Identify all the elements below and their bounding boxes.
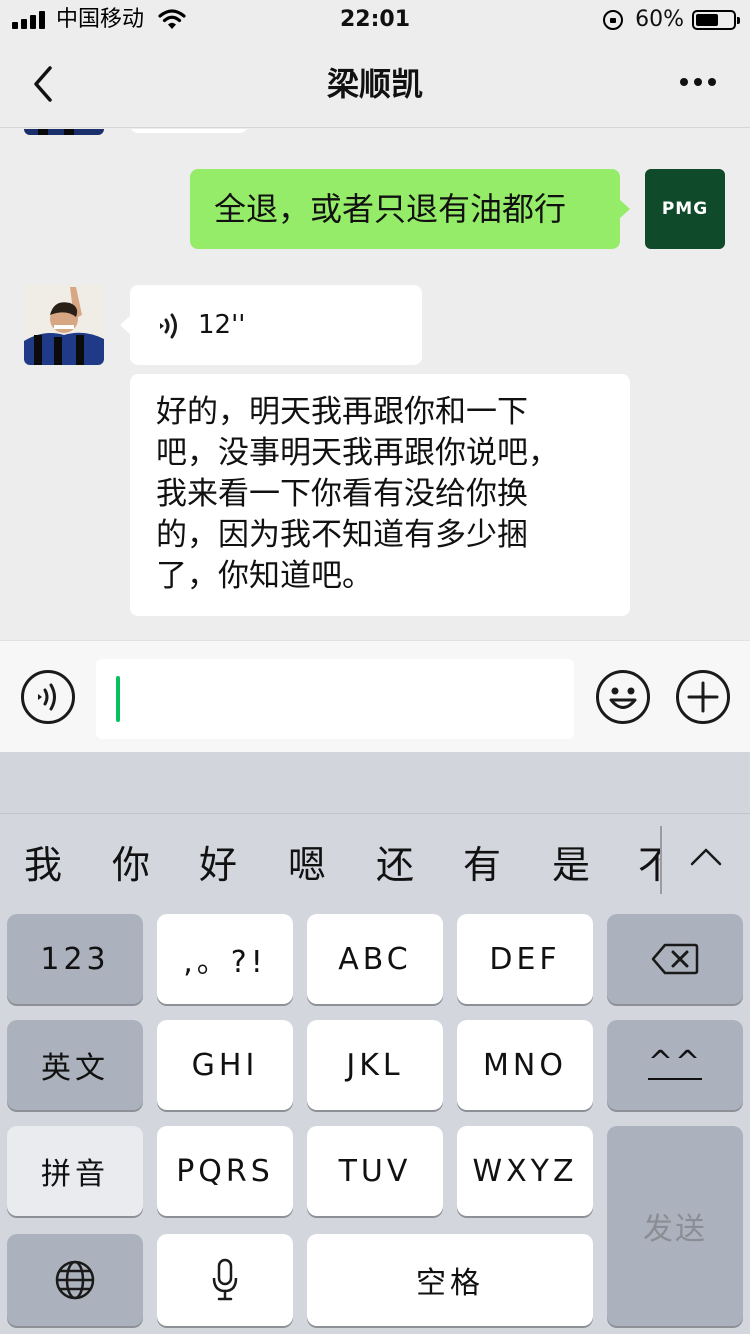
candidate-word[interactable]: 不	[638, 840, 662, 890]
friend-avatar-previous[interactable]	[24, 129, 104, 135]
dictation-key[interactable]	[157, 1234, 293, 1326]
key-def[interactable]: DEF	[457, 914, 593, 1004]
more-functions-button[interactable]	[676, 670, 730, 724]
microphone-icon	[212, 1258, 238, 1301]
expand-candidates-chevron-icon[interactable]	[686, 842, 726, 872]
battery-fill	[696, 14, 718, 26]
more-options-button[interactable]	[674, 78, 716, 86]
candidate-word[interactable]: 还	[376, 840, 414, 890]
backspace-icon	[651, 943, 699, 975]
my-avatar[interactable]: PMG	[645, 169, 725, 249]
globe-key[interactable]	[7, 1234, 143, 1326]
candidate-word[interactable]: 我	[24, 840, 62, 890]
previous-message-bubble[interactable]	[130, 129, 248, 133]
status-right: 60%	[603, 6, 740, 34]
candidate-divider	[660, 826, 662, 894]
send-key[interactable]: 发送	[607, 1126, 743, 1326]
keyboard: 我 你 好 嗯 还 有 是 不 123 ,。?! ABC DEF 英文 GHI …	[0, 752, 750, 1334]
dot	[694, 78, 702, 86]
plus-icon	[687, 681, 719, 713]
voice-input-button[interactable]	[21, 670, 75, 724]
emoji-button[interactable]	[596, 670, 650, 724]
message-input[interactable]	[96, 659, 574, 739]
key-wxyz[interactable]: WXYZ	[457, 1126, 593, 1216]
voice-mode-icon	[38, 683, 56, 711]
key-emoticon[interactable]: ^^	[607, 1020, 743, 1110]
sent-message-bubble[interactable]: 全退，或者只退有油都行	[190, 169, 630, 249]
key-mno[interactable]: MNO	[457, 1020, 593, 1110]
smiley-icon	[609, 687, 637, 709]
candidate-word[interactable]: 有	[463, 840, 501, 890]
key-punctuation[interactable]: ,。?!	[157, 914, 293, 1004]
dot	[680, 78, 688, 86]
nav-bar: 梁顺凯	[0, 40, 750, 128]
candidate-word[interactable]: 你	[112, 840, 150, 890]
received-message-bubble[interactable]: 好的，明天我再跟你和一下 吧，没事明天我再跟你说吧， 我来看一下你看有没给你换 …	[130, 374, 630, 616]
input-bar	[0, 640, 750, 752]
battery-percent: 60%	[635, 7, 684, 32]
candidate-word[interactable]: 好	[199, 840, 237, 890]
key-abc[interactable]: ABC	[307, 914, 443, 1004]
battery-icon	[692, 10, 740, 30]
key-english[interactable]: 英文	[7, 1020, 143, 1110]
send-label: 发送	[643, 1212, 707, 1247]
chat-title: 梁顺凯	[326, 65, 423, 103]
chat-area[interactable]: 全退，或者只退有油都行 PMG 12'' 好的，明天我再跟你和一下 吧，没事明天…	[0, 129, 750, 640]
key-jkl[interactable]: JKL	[307, 1020, 443, 1110]
voice-duration: 12''	[198, 310, 246, 340]
voice-wave-icon	[160, 313, 177, 339]
voice-message-bubble[interactable]: 12''	[120, 285, 422, 365]
backspace-key[interactable]	[607, 914, 743, 1004]
key-tuv[interactable]: TUV	[307, 1126, 443, 1216]
text-caret	[116, 676, 120, 722]
candidate-word[interactable]: 嗯	[288, 840, 326, 890]
rotation-lock-icon	[603, 10, 624, 30]
candidate-bar: 我 你 好 嗯 还 有 是 不	[0, 814, 662, 910]
status-bar: 中国移动 22:01 60%	[0, 0, 750, 40]
emoticon-label: ^^	[647, 1045, 703, 1080]
dot	[708, 78, 716, 86]
key-pinyin[interactable]: 拼音	[7, 1126, 143, 1216]
space-key[interactable]: 空格	[307, 1234, 593, 1326]
globe-icon	[55, 1260, 95, 1300]
key-pqrs[interactable]: PQRS	[157, 1126, 293, 1216]
keyboard-toolbar	[0, 752, 750, 814]
key-123[interactable]: 123	[7, 914, 143, 1004]
candidate-word[interactable]: 是	[552, 840, 590, 890]
key-ghi[interactable]: GHI	[157, 1020, 293, 1110]
friend-avatar[interactable]	[24, 285, 104, 365]
